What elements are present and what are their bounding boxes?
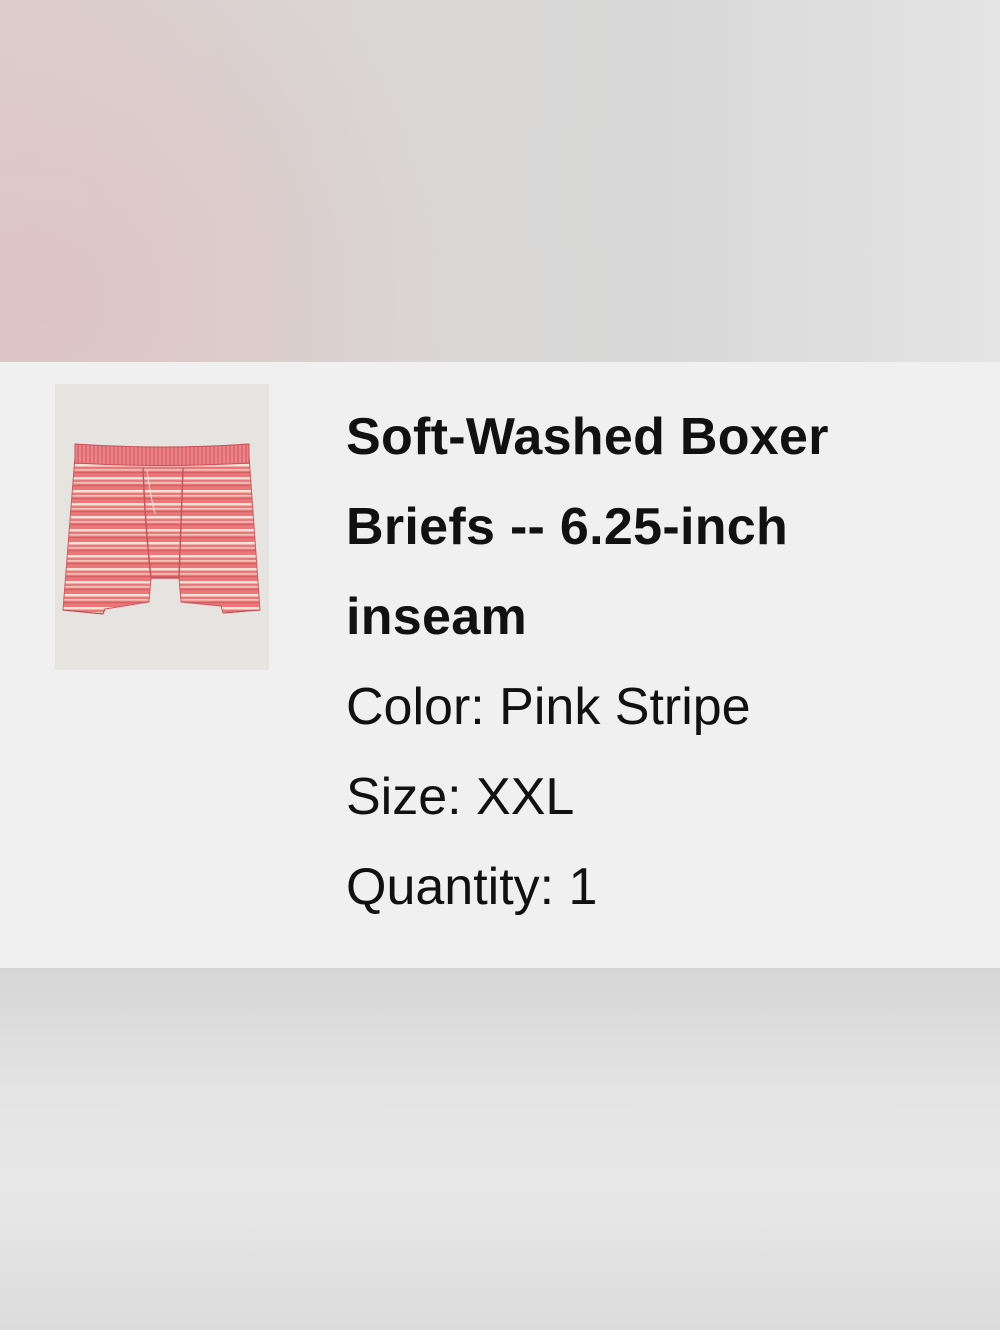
product-info: Soft-Washed Boxer Briefs -- 6.25-inch in… bbox=[346, 392, 966, 932]
product-size: Size: XXL bbox=[346, 768, 575, 826]
product-quantity: Quantity: 1 bbox=[346, 858, 598, 916]
blurred-background-bottom bbox=[0, 968, 1000, 1330]
boxer-briefs-icon bbox=[62, 443, 261, 615]
product-color: Color: Pink Stripe bbox=[346, 678, 751, 736]
order-item-screen: Soft-Washed Boxer Briefs -- 6.25-inch in… bbox=[0, 0, 1000, 1330]
product-title[interactable]: Soft-Washed Boxer Briefs -- 6.25-inch in… bbox=[346, 392, 966, 662]
product-image[interactable] bbox=[55, 384, 269, 670]
blurred-background-top bbox=[0, 0, 1000, 362]
